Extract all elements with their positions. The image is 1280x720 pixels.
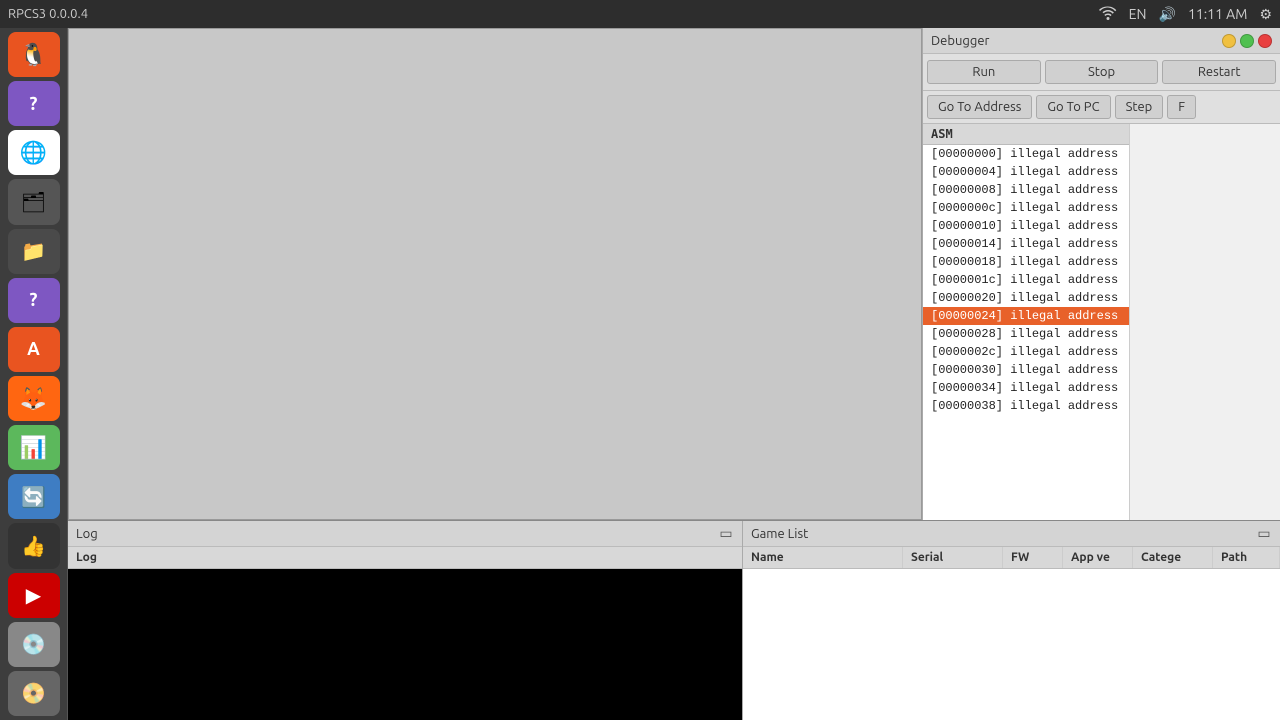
files-icon[interactable]: 🗂 — [8, 179, 60, 224]
volume-icon: 🔊 — [1159, 6, 1176, 23]
col-serial: Serial — [903, 547, 1003, 568]
asm-panel: ASM [00000000] illegal address[00000004]… — [923, 124, 1280, 520]
asm-column[interactable]: ASM [00000000] illegal address[00000004]… — [923, 124, 1130, 520]
asm-header: ASM — [923, 124, 1129, 145]
disk1-icon[interactable]: 💿 — [8, 622, 60, 667]
debugger-titlebar-icons — [1222, 34, 1272, 48]
debugger-nav: Go To Address Go To PC Step F — [923, 91, 1280, 124]
debugger-minimize-btn[interactable] — [1222, 34, 1236, 48]
main-viewport — [68, 28, 922, 520]
log-title: Log — [76, 527, 98, 541]
col-appver: App ve — [1063, 547, 1133, 568]
titlebar: RPCS3 0.0.0.4 EN 🔊 11:11 AM ⚙ — [0, 0, 1280, 28]
ubuntu-icon[interactable]: 🐧 — [8, 32, 60, 77]
col-path: Path — [1213, 547, 1280, 568]
restart-button[interactable]: Restart — [1162, 60, 1276, 84]
clock: 11:11 AM — [1188, 6, 1248, 22]
app-title: RPCS3 0.0.0.4 — [8, 7, 88, 21]
log-titlebar: Log ▭ — [68, 521, 742, 547]
extra-button[interactable]: F — [1167, 95, 1196, 119]
help2-icon[interactable]: ? — [8, 278, 60, 323]
asm-row[interactable]: [0000001c] illegal address — [923, 271, 1129, 289]
asm-row[interactable]: [00000038] illegal address — [923, 397, 1129, 415]
run-button[interactable]: Run — [927, 60, 1041, 84]
debugger-title: Debugger — [931, 34, 989, 48]
gamelist-titlebar: Game List ▭ — [743, 521, 1280, 547]
titlebar-left: RPCS3 0.0.0.4 — [8, 7, 88, 21]
col-category: Categе — [1133, 547, 1213, 568]
asm-row[interactable]: [00000008] illegal address — [923, 181, 1129, 199]
wifi-icon — [1099, 6, 1117, 23]
appstore-icon[interactable]: A — [8, 327, 60, 372]
asm-row[interactable]: [00000000] illegal address — [923, 145, 1129, 163]
language-indicator: EN — [1129, 6, 1147, 22]
calc-icon[interactable]: 📊 — [8, 425, 60, 470]
col-name: Name — [743, 547, 903, 568]
asm-row[interactable]: [00000004] illegal address — [923, 163, 1129, 181]
folder-icon[interactable]: 📁 — [8, 229, 60, 274]
asm-rows-container: [00000000] illegal address[00000004] ill… — [923, 145, 1129, 415]
log-content — [68, 569, 742, 720]
asm-row[interactable]: [00000034] illegal address — [923, 379, 1129, 397]
asm-row[interactable]: [00000014] illegal address — [923, 235, 1129, 253]
gamelist-collapse-btn[interactable]: ▭ — [1256, 526, 1272, 542]
gamelist-content — [743, 569, 1280, 720]
asm-row[interactable]: [00000030] illegal address — [923, 361, 1129, 379]
debugger-panel: Debugger Run Stop Restart Go To Address … — [922, 28, 1280, 520]
gamelist-title: Game List — [751, 527, 808, 541]
tube-icon[interactable]: ▶ — [8, 573, 60, 618]
asm-row[interactable]: [00000024] illegal address — [923, 307, 1129, 325]
thumb-icon[interactable]: 👍 — [8, 523, 60, 568]
asm-row[interactable]: [0000002c] illegal address — [923, 343, 1129, 361]
settings-icon[interactable]: ⚙ — [1259, 6, 1272, 23]
debugger-close-btn[interactable] — [1258, 34, 1272, 48]
debugger-toolbar: Run Stop Restart — [923, 54, 1280, 91]
help-icon[interactable]: ? — [8, 81, 60, 126]
firefox-icon[interactable]: 🦊 — [8, 376, 60, 421]
asm-row[interactable]: [00000028] illegal address — [923, 325, 1129, 343]
col-fw: FW — [1003, 547, 1063, 568]
titlebar-right: EN 🔊 11:11 AM ⚙ — [1099, 6, 1272, 23]
log-header: Log — [68, 547, 742, 569]
bottom-section: Log ▭ Log Game List ▭ Name Serial FW App… — [68, 520, 1280, 720]
asm-extra-col — [1130, 124, 1280, 520]
stop-button[interactable]: Stop — [1045, 60, 1159, 84]
gamelist-panel: Game List ▭ Name Serial FW App ve Categе… — [743, 521, 1280, 720]
step-button[interactable]: Step — [1115, 95, 1164, 119]
top-section: Debugger Run Stop Restart Go To Address … — [68, 28, 1280, 520]
dvd-icon[interactable]: 📀 — [8, 671, 60, 716]
go-to-address-button[interactable]: Go To Address — [927, 95, 1032, 119]
log-panel: Log ▭ Log — [68, 521, 743, 720]
sidebar: 🐧?🌐🗂📁?A🦊📊🔄👍▶💿📀 — [0, 28, 68, 720]
chrome-icon[interactable]: 🌐 — [8, 130, 60, 175]
debugger-maximize-btn[interactable] — [1240, 34, 1254, 48]
go-to-pc-button[interactable]: Go To PC — [1036, 95, 1110, 119]
update-icon[interactable]: 🔄 — [8, 474, 60, 519]
asm-row[interactable]: [0000000c] illegal address — [923, 199, 1129, 217]
asm-row[interactable]: [00000020] illegal address — [923, 289, 1129, 307]
gamelist-header: Name Serial FW App ve Categе Path — [743, 547, 1280, 569]
asm-row[interactable]: [00000010] illegal address — [923, 217, 1129, 235]
asm-row[interactable]: [00000018] illegal address — [923, 253, 1129, 271]
debugger-titlebar: Debugger — [923, 28, 1280, 54]
content-area: Debugger Run Stop Restart Go To Address … — [68, 28, 1280, 720]
log-collapse-btn[interactable]: ▭ — [718, 526, 734, 542]
